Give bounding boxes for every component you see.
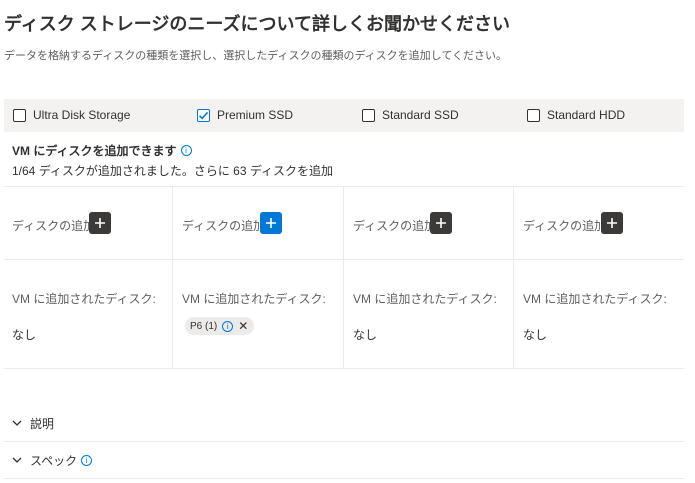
checkmark-icon [198, 111, 209, 120]
add-disk-label: ディスクの追加 [12, 219, 96, 233]
column-divider [172, 186, 173, 368]
plus-icon [436, 218, 446, 228]
added-disks-value: なし [12, 328, 37, 342]
vm-disk-count: 1/64 ディスクが追加されました。さらに 63 ディスクを追加 [12, 164, 334, 178]
add-disk-button-standard-hdd[interactable] [601, 212, 623, 234]
page-title: ディスク ストレージのニーズについて詳しくお聞かせください [4, 14, 510, 34]
disk-type-selector: Ultra Disk Storage Premium SSD Standard … [4, 99, 684, 132]
grid-divider [4, 186, 684, 187]
add-disk-button-ultra[interactable] [89, 212, 111, 234]
plus-icon [95, 218, 105, 228]
added-disks-value: なし [523, 328, 548, 342]
disk-type-standard-hdd[interactable]: Standard HDD [527, 108, 625, 122]
added-disks-value: なし [353, 328, 378, 342]
grid-divider [4, 259, 684, 260]
page-subtitle: データを格納するディスクの種類を選択し、選択したディスクの種類のディスクを追加し… [4, 50, 508, 62]
info-icon[interactable]: i [222, 320, 234, 332]
checkbox-standard-ssd[interactable] [362, 108, 375, 122]
info-icon[interactable]: i [81, 454, 93, 466]
chevron-down-icon [10, 420, 24, 426]
disk-chip-label: P6 (1) [190, 320, 218, 332]
disk-type-ultra-disk[interactable]: Ultra Disk Storage [13, 108, 130, 122]
plus-icon [266, 218, 276, 228]
disk-type-label: Ultra Disk Storage [33, 108, 131, 122]
column-divider [343, 186, 344, 368]
section-label: スペック [30, 453, 78, 468]
column-divider [513, 186, 514, 368]
vm-disk-heading: VM にディスクを追加できます i [12, 142, 192, 159]
info-icon[interactable]: i [180, 145, 192, 156]
added-disks-label: VM に追加されたディスク: [12, 292, 156, 306]
chevron-down-icon [10, 457, 24, 463]
checkbox-premium-ssd[interactable] [197, 108, 210, 122]
add-disk-button-premium[interactable] [260, 212, 282, 234]
add-disk-label: ディスクの追加 [182, 219, 266, 233]
close-icon[interactable]: ✕ [238, 317, 248, 335]
disk-type-label: Standard HDD [547, 108, 626, 122]
disk-type-premium-ssd[interactable]: Premium SSD [197, 108, 293, 122]
grid-divider [4, 368, 684, 369]
added-disks-label: VM に追加されたディスク: [523, 292, 667, 306]
add-disk-button-standard-ssd[interactable] [430, 212, 452, 234]
section-description[interactable]: 説明 [4, 405, 684, 441]
section-divider [4, 478, 684, 479]
disk-chip: P6 (1) i ✕ [185, 317, 255, 335]
section-label-wrap: スペック i [30, 452, 93, 469]
add-disk-label: ディスクの追加 [523, 219, 607, 233]
plus-icon [607, 218, 617, 228]
section-specs[interactable]: スペック i [4, 442, 684, 478]
vm-heading-text: VM にディスクを追加できます [12, 144, 177, 158]
add-disk-label: ディスクの追加 [353, 219, 437, 233]
disk-type-label: Premium SSD [217, 108, 294, 122]
section-label: 説明 [30, 416, 55, 431]
disk-type-standard-ssd[interactable]: Standard SSD [362, 108, 459, 122]
disk-type-label: Standard SSD [382, 108, 459, 122]
checkbox-ultra-disk[interactable] [13, 108, 26, 122]
added-disks-label: VM に追加されたディスク: [182, 292, 326, 306]
added-disks-label: VM に追加されたディスク: [353, 292, 497, 306]
checkbox-standard-hdd[interactable] [527, 108, 540, 122]
